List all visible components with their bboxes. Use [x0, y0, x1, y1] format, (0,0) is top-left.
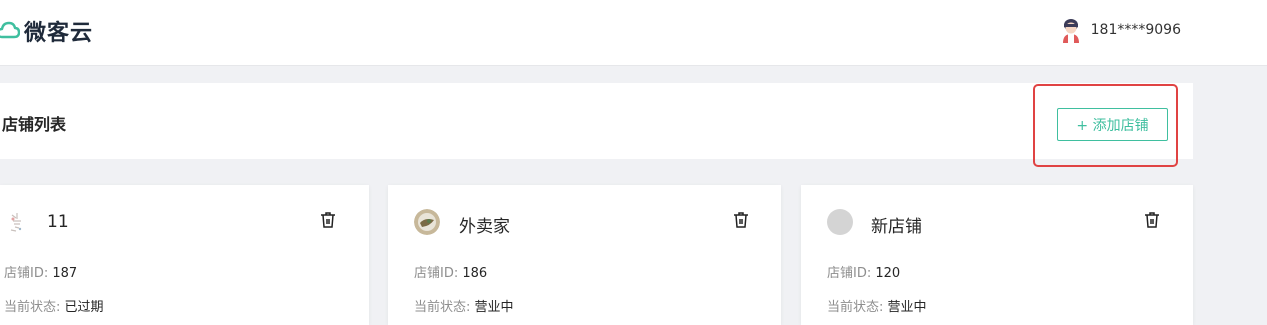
shop-card[interactable]: 新店铺 店铺ID: 120 当前状态: 营业中	[801, 185, 1193, 325]
shop-id-row: 店铺ID: 187	[4, 262, 77, 281]
shop-id-value: 120	[875, 266, 901, 281]
shop-status-value: 营业中	[887, 300, 927, 315]
shop-status-row: 当前状态: 营业中	[414, 296, 514, 315]
add-shop-button[interactable]: + 添加店铺	[1057, 108, 1168, 141]
top-bar: 微客云 181****9096	[0, 0, 1267, 66]
user-avatar-icon	[1060, 17, 1082, 43]
shop-id-row: 店铺ID: 120	[827, 262, 900, 281]
shop-status-value: 已过期	[64, 300, 104, 315]
brand-logo[interactable]: 微客云	[0, 14, 93, 48]
shop-status-row: 当前状态: 已过期	[4, 296, 104, 315]
shop-status-label: 当前状态:	[4, 300, 61, 315]
shop-avatar-icon	[414, 209, 440, 235]
trash-icon[interactable]	[320, 211, 336, 229]
shop-id-value: 187	[52, 266, 78, 281]
shop-status-value: 营业中	[474, 300, 514, 315]
shop-card[interactable]: 11 店铺ID: 187 当前状态: 已过期	[0, 185, 369, 325]
shop-name: 外卖家	[459, 217, 510, 237]
shop-status-row: 当前状态: 营业中	[827, 296, 927, 315]
shop-name: 11	[47, 212, 69, 232]
cloud-logo-icon	[0, 20, 20, 42]
trash-icon[interactable]	[1144, 211, 1160, 229]
shop-name: 新店铺	[871, 217, 922, 237]
brand-name: 微客云	[24, 21, 94, 46]
shop-id-label: 店铺ID:	[827, 266, 872, 281]
shop-id-row: 店铺ID: 186	[414, 262, 487, 281]
shop-id-label: 店铺ID:	[4, 266, 49, 281]
trash-icon[interactable]	[733, 211, 749, 229]
shop-status-label: 当前状态:	[414, 300, 471, 315]
shop-list-header: 店铺列表	[0, 83, 1193, 159]
page-title: 店铺列表	[2, 115, 67, 134]
shop-status-label: 当前状态:	[827, 300, 884, 315]
shop-card[interactable]: 外卖家 店铺ID: 186 当前状态: 营业中	[388, 185, 781, 325]
shop-avatar-icon	[827, 209, 853, 235]
shop-id-value: 186	[462, 266, 488, 281]
shop-avatar-icon	[4, 209, 30, 235]
user-phone: 181****9096	[1090, 22, 1181, 38]
user-menu[interactable]: 181****9096	[1060, 17, 1181, 43]
shop-id-label: 店铺ID:	[414, 266, 459, 281]
